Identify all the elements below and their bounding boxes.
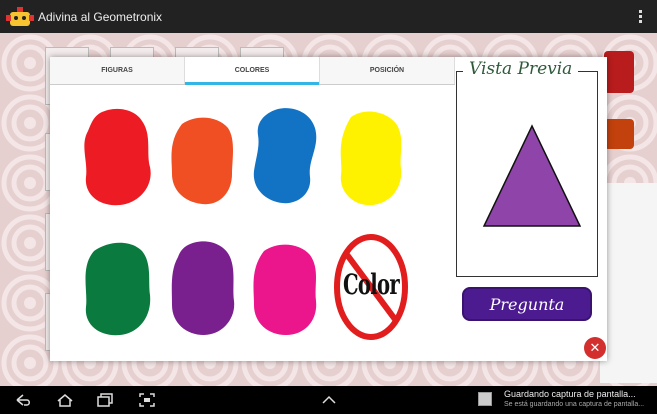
color-swatch-pink[interactable]	[248, 239, 322, 341]
close-icon[interactable]: ✕	[584, 337, 606, 359]
color-selection-dialog: FIGURAS COLORES POSICIÓN Color Vista Pre…	[50, 57, 607, 361]
screenshot-icon[interactable]	[138, 392, 156, 408]
color-swatch-orange[interactable]	[166, 110, 240, 212]
home-icon[interactable]	[56, 392, 74, 408]
notification-title[interactable]: Guardando captura de pantalla...	[504, 389, 636, 399]
pregunta-button[interactable]: Pregunta	[462, 287, 592, 321]
tab-figuras[interactable]: FIGURAS	[50, 57, 185, 84]
no-color-option[interactable]: Color	[333, 232, 409, 342]
preview-triangle-shape	[482, 124, 582, 227]
chevron-up-icon[interactable]	[320, 392, 338, 408]
navigation-bar: Guardando captura de pantalla... Se está…	[0, 386, 657, 414]
background-button	[604, 119, 634, 149]
tab-bar: FIGURAS COLORES POSICIÓN	[50, 57, 455, 85]
color-swatch-blue[interactable]	[248, 105, 322, 207]
image-icon	[478, 392, 492, 406]
no-color-label: Color	[343, 268, 400, 301]
tab-posicion[interactable]: POSICIÓN	[320, 57, 455, 84]
app-title: Adivina al Geometronix	[38, 9, 163, 24]
background-button	[604, 51, 634, 93]
color-swatch-red[interactable]	[80, 105, 154, 207]
back-icon[interactable]	[14, 392, 32, 408]
color-swatch-purple[interactable]	[166, 237, 240, 339]
app-logo-icon	[6, 6, 34, 28]
recent-apps-icon[interactable]	[96, 392, 114, 408]
color-swatch-green[interactable]	[80, 237, 154, 339]
tab-colores[interactable]: COLORES	[185, 57, 320, 85]
action-bar: Adivina al Geometronix	[0, 0, 657, 33]
color-swatch-yellow[interactable]	[333, 107, 407, 209]
notification-subtitle: Se está guardando una captura de pantall…	[504, 401, 645, 408]
preview-title: Vista Previa	[463, 59, 579, 79]
overflow-menu-icon[interactable]	[639, 10, 643, 24]
background-panel	[600, 183, 657, 383]
